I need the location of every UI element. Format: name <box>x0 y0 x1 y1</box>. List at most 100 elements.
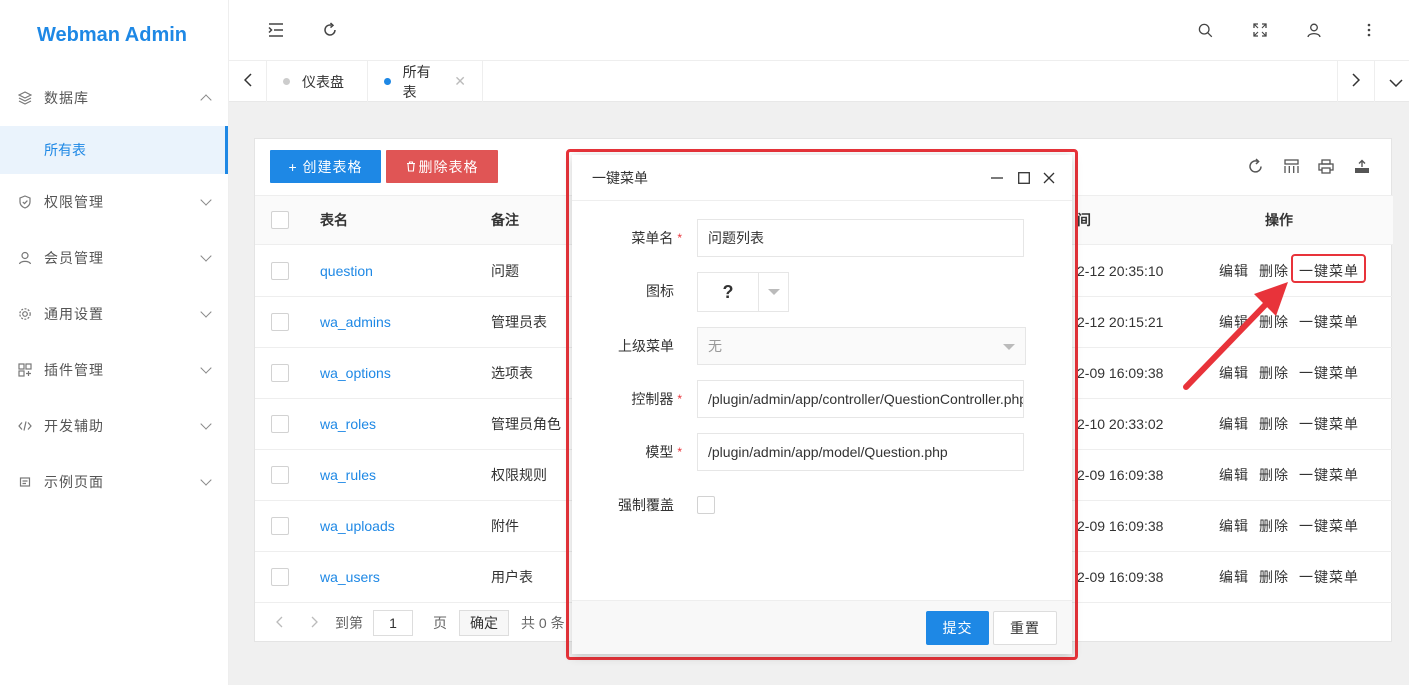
table-name-link[interactable]: wa_uploads <box>320 501 395 551</box>
sidebar-item-settings[interactable]: 通用设置 <box>0 286 228 342</box>
reset-button[interactable]: 重置 <box>993 611 1057 645</box>
sidebar-item-label: 插件管理 <box>44 362 104 378</box>
page-number-input[interactable]: 1 <box>373 610 413 636</box>
sidebar-item-dev-tools[interactable]: 开发辅助 <box>0 398 228 454</box>
delete-table-button[interactable]: 删除表格 <box>386 150 498 183</box>
app-logo: Webman Admin <box>37 23 188 46</box>
refresh-icon[interactable] <box>1245 156 1265 176</box>
row-checkbox[interactable] <box>271 262 289 280</box>
layers-icon <box>18 91 32 105</box>
fullscreen-icon[interactable] <box>1250 20 1270 40</box>
quick-menu-link[interactable]: 一键菜单 <box>1299 465 1359 485</box>
edit-link[interactable]: 编辑 <box>1219 567 1249 587</box>
submit-button[interactable]: 提交 <box>926 611 989 645</box>
chevron-down-icon <box>1389 74 1403 90</box>
row-checkbox[interactable] <box>271 364 289 382</box>
field-label: 模型 * <box>645 433 682 471</box>
parent-menu-select[interactable]: 无 <box>697 327 1026 365</box>
columns-icon[interactable] <box>1281 156 1301 176</box>
top-header <box>229 0 1409 61</box>
table-name-link[interactable]: question <box>320 246 373 296</box>
search-icon[interactable] <box>1195 20 1215 40</box>
tab-dropdown[interactable] <box>1377 61 1409 102</box>
chevron-left-icon[interactable] <box>275 615 283 631</box>
icon-label: 图标 <box>646 283 674 299</box>
delete-link[interactable]: 删除 <box>1259 567 1289 587</box>
row-checkbox[interactable] <box>271 568 289 586</box>
table-time: 2-09 16:09:38 <box>1077 467 1164 483</box>
controller-input[interactable]: /plugin/admin/app/controller/QuestionCon… <box>697 380 1024 418</box>
delete-link[interactable]: 删除 <box>1259 516 1289 536</box>
overwrite-checkbox[interactable] <box>697 496 715 514</box>
sidebar-item-permissions[interactable]: 权限管理 <box>0 174 228 230</box>
menu-fold-icon[interactable] <box>266 20 286 40</box>
row-checkbox[interactable] <box>271 415 289 433</box>
row-checkbox[interactable] <box>271 466 289 484</box>
chevron-right-icon[interactable] <box>311 615 319 631</box>
edit-link[interactable]: 编辑 <box>1219 414 1249 434</box>
close-icon[interactable] <box>1039 168 1059 188</box>
parent-menu-value: 无 <box>708 338 722 354</box>
sidebar-subitem-all-tables[interactable]: 所有表 <box>0 126 228 174</box>
sidebar-item-label: 通用设置 <box>44 306 104 322</box>
form-row-overwrite: 强制覆盖 <box>572 486 1072 524</box>
tab-status-dot <box>384 78 391 85</box>
model-input[interactable]: /plugin/admin/app/model/Question.php <box>697 433 1024 471</box>
edit-link[interactable]: 编辑 <box>1219 516 1249 536</box>
pager-confirm-button[interactable]: 确定 <box>459 610 509 636</box>
quick-menu-link[interactable]: 一键菜单 <box>1299 516 1359 536</box>
chevron-down-icon <box>200 306 212 318</box>
chevron-right-icon <box>1352 73 1361 90</box>
delete-link[interactable]: 删除 <box>1259 414 1289 434</box>
user-icon[interactable] <box>1304 20 1324 40</box>
row-checkbox[interactable] <box>271 313 289 331</box>
tab-scroll-left[interactable] <box>229 61 267 102</box>
tab-all-tables[interactable]: 所有表 ✕ <box>368 61 483 102</box>
quick-menu-link[interactable]: 一键菜单 <box>1299 567 1359 587</box>
select-all-checkbox[interactable] <box>271 211 289 229</box>
quick-menu-dialog: 一键菜单 菜单名 * 问题列表 图标 ? 上级菜单 无 控制器 * /plugin/… <box>572 155 1072 654</box>
form-row-icon: 图标 ? <box>572 272 1072 312</box>
tab-label: 所有表 <box>402 63 431 100</box>
sidebar-item-plugins[interactable]: 插件管理 <box>0 342 228 398</box>
pager-total: 共 0 条 <box>521 615 565 631</box>
sidebar-item-database[interactable]: 数据库 <box>0 70 228 126</box>
field-label: 菜单名 * <box>631 219 682 257</box>
refresh-icon[interactable] <box>320 20 340 40</box>
delete-link[interactable]: 删除 <box>1259 465 1289 485</box>
field-label: 控制器 * <box>631 380 682 418</box>
table-name-link[interactable]: wa_admins <box>320 297 391 347</box>
dropdown-arrow-icon <box>1003 344 1015 350</box>
form-row-parent-menu: 上级菜单 无 <box>572 327 1072 365</box>
tab-dashboard[interactable]: 仪表盘 <box>267 61 368 102</box>
maximize-icon[interactable] <box>1014 168 1034 188</box>
quick-menu-link[interactable]: 一键菜单 <box>1299 414 1359 434</box>
export-icon[interactable] <box>1352 156 1372 176</box>
sidebar-item-label: 数据库 <box>44 90 89 106</box>
print-icon[interactable] <box>1316 156 1336 176</box>
annotation-arrow <box>1183 282 1288 390</box>
controller-label: 控制器 <box>631 391 674 407</box>
table-name-link[interactable]: wa_users <box>320 552 380 602</box>
sidebar-item-label: 开发辅助 <box>44 418 104 434</box>
row-checkbox[interactable] <box>271 517 289 535</box>
table-name-link[interactable]: wa_roles <box>320 399 376 449</box>
more-icon[interactable] <box>1359 20 1379 40</box>
table-name-link[interactable]: wa_options <box>320 348 391 398</box>
icon-picker[interactable]: ? <box>697 272 789 312</box>
table-remark: 选项表 <box>491 365 533 381</box>
tab-scroll-right[interactable] <box>1337 61 1375 102</box>
code-icon <box>18 419 32 433</box>
sidebar-item-examples[interactable]: 示例页面 <box>0 454 228 510</box>
sidebar-item-members[interactable]: 会员管理 <box>0 230 228 286</box>
create-table-button[interactable]: + 创建表格 <box>270 150 381 183</box>
menu-name-input[interactable]: 问题列表 <box>697 219 1024 257</box>
edit-link[interactable]: 编辑 <box>1219 465 1249 485</box>
minimize-icon[interactable] <box>987 168 1007 188</box>
chevron-left-icon <box>243 73 252 90</box>
dropdown-arrow-icon <box>759 273 788 311</box>
close-icon[interactable]: ✕ <box>454 73 466 90</box>
table-name-link[interactable]: wa_rules <box>320 450 376 500</box>
selected-icon-preview: ? <box>698 273 759 311</box>
chevron-down-icon <box>200 250 212 262</box>
